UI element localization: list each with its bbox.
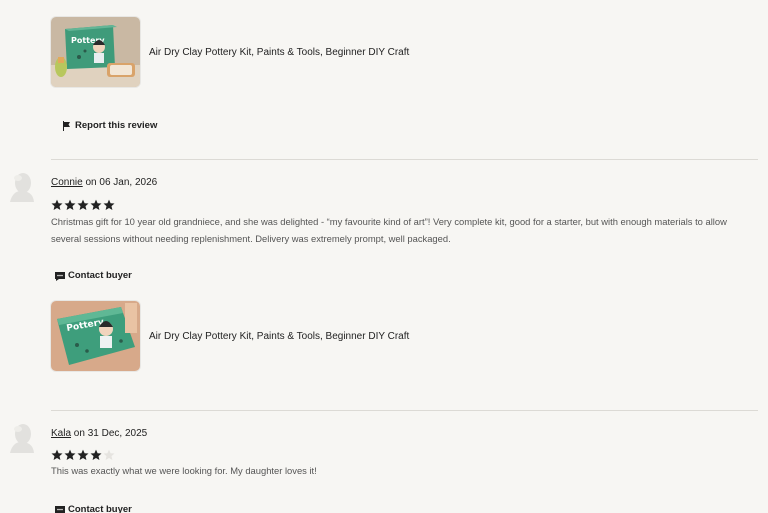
star-filled-icon xyxy=(77,449,89,460)
contact-buyer-label: Contact buyer xyxy=(68,504,132,513)
flag-icon xyxy=(63,120,70,131)
divider xyxy=(51,159,758,160)
star-filled-icon xyxy=(64,449,76,460)
review-product[interactable]: Pottery Air Dry Clay Pottery Kit, Paints… xyxy=(51,17,409,87)
review-date: on 06 Jan, 2026 xyxy=(85,177,158,188)
star-rating xyxy=(51,199,115,211)
star-filled-icon xyxy=(51,199,63,210)
star-filled-icon xyxy=(77,199,89,210)
star-filled-icon xyxy=(103,199,115,210)
review-text: This was exactly what we were looking fo… xyxy=(51,465,317,476)
star-rating xyxy=(51,449,115,461)
product-title[interactable]: Air Dry Clay Pottery Kit, Paints & Tools… xyxy=(149,47,409,58)
contact-buyer-link[interactable]: Contact buyer xyxy=(55,270,132,281)
avatar xyxy=(9,172,35,202)
star-filled-icon xyxy=(64,199,76,210)
review-product[interactable]: Pottery Air Dry Clay Pottery Kit, Paints… xyxy=(51,301,409,371)
star-empty-icon xyxy=(103,449,115,460)
star-filled-icon xyxy=(90,199,102,210)
product-thumbnail[interactable]: Pottery xyxy=(51,17,140,87)
message-icon xyxy=(55,271,65,281)
star-filled-icon xyxy=(51,449,63,460)
report-review-link[interactable]: Report this review xyxy=(62,120,157,131)
review-date: on 31 Dec, 2025 xyxy=(73,428,148,439)
reviewer-name[interactable]: Connie xyxy=(51,177,83,188)
reviews-page: Pottery Air Dry Clay Pottery Kit, Paints… xyxy=(0,0,768,513)
contact-buyer-link[interactable]: Contact buyer xyxy=(55,504,132,513)
star-filled-icon xyxy=(90,449,102,460)
review-byline: Connie on 06 Jan, 2026 xyxy=(51,177,157,188)
reviewer-name[interactable]: Kala xyxy=(51,428,71,439)
contact-buyer-label: Contact buyer xyxy=(68,270,132,281)
report-review-label: Report this review xyxy=(75,120,158,131)
avatar xyxy=(9,423,35,453)
review-text: Christmas gift for 10 year old grandniec… xyxy=(51,216,727,244)
product-thumbnail[interactable]: Pottery xyxy=(51,301,140,371)
divider xyxy=(51,410,758,411)
review-byline: Kala on 31 Dec, 2025 xyxy=(51,428,147,439)
product-title[interactable]: Air Dry Clay Pottery Kit, Paints & Tools… xyxy=(149,331,409,342)
message-icon xyxy=(55,505,65,513)
